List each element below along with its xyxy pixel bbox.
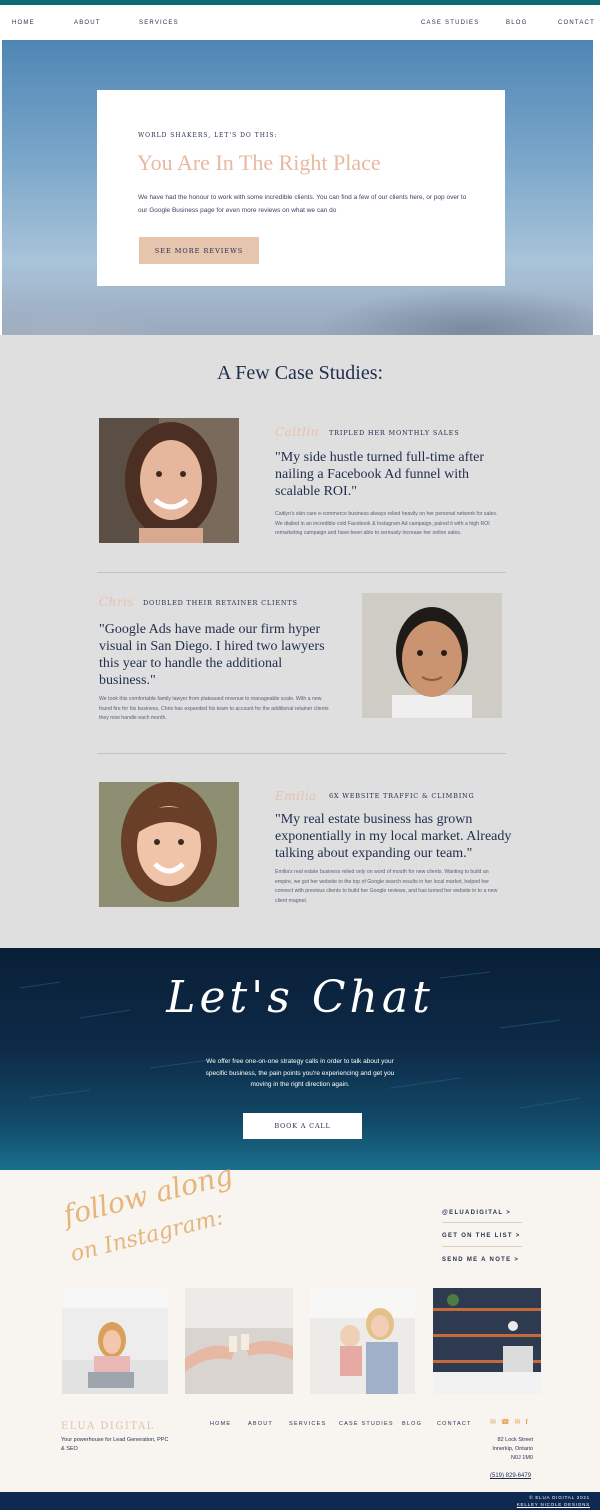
case-text-caitlin: Caitlyn's skin care e-commerce business …: [275, 511, 498, 536]
send-me-a-note-link[interactable]: SEND ME A NOTE >: [442, 1257, 519, 1263]
address-line-1: 82 Lock Street: [497, 1437, 533, 1443]
case-divider: [97, 753, 506, 754]
footer-nav-home[interactable]: HOME: [210, 1421, 231, 1427]
nav-services[interactable]: SERVICES: [139, 20, 179, 26]
case-quote-caitlin: "My side hustle turned full-time after n…: [275, 450, 485, 499]
case-quote-chris: "Google Ads have made our firm hyper vis…: [99, 622, 325, 688]
lets-chat-title: Let's Chat: [166, 972, 434, 1023]
footer-address: 82 Lock Street Innerkip, Ontario N0J 1M0: [443, 1436, 533, 1463]
footer-brand: ELUA DIGITAL: [61, 1421, 155, 1432]
client-name-chris: Chris: [99, 595, 135, 609]
footer-phone-link[interactable]: (519) 829-6479: [490, 1473, 531, 1479]
hero-eyebrow: WORLD SHAKERS, LET'S DO THIS:: [138, 132, 278, 139]
email-icon[interactable]: ✉: [490, 1418, 496, 1426]
footer-nav-services[interactable]: SERVICES: [289, 1421, 326, 1427]
footer-nav-contact[interactable]: CONTACT: [437, 1421, 472, 1427]
nav-home[interactable]: HOME: [12, 20, 35, 26]
client-photo-emilia: [99, 782, 239, 907]
get-on-the-list-link[interactable]: GET ON THE LIST >: [442, 1233, 521, 1239]
nav-case-studies[interactable]: CASE STUDIES: [421, 20, 479, 26]
case-tag-caitlin: TRIPLED HER MONTHLY SALES: [329, 429, 460, 437]
case-tag-chris: DOUBLED THEIR RETAINER CLIENTS: [143, 599, 298, 607]
lets-chat-text: We offer free one-on-one strategy calls …: [205, 1058, 395, 1088]
case-divider: [97, 572, 506, 573]
address-line-3: N0J 1M0: [510, 1455, 533, 1461]
instagram-handle-link[interactable]: @ELUADIGITAL >: [442, 1210, 511, 1216]
address-line-2: Innerkip, Ontario: [492, 1446, 533, 1452]
footer-tagline: Your powerhouse for Lead Generation, PPC…: [61, 1437, 169, 1452]
client-name-caitlin: Caitlin: [275, 425, 319, 439]
client-name-emilia: Emilia: [275, 789, 317, 803]
see-more-reviews-button[interactable]: SEE MORE REVIEWS: [139, 237, 259, 264]
facebook-icon[interactable]: f: [525, 1418, 527, 1426]
nav-contact[interactable]: CONTACT: [558, 20, 595, 26]
case-text-chris: We took this comfortable family lawyer f…: [99, 696, 329, 721]
phone-icon[interactable]: ☎: [501, 1418, 510, 1426]
client-photo-caitlin: [99, 418, 239, 543]
nav-about[interactable]: ABOUT: [74, 20, 101, 26]
hero-card: WORLD SHAKERS, LET'S DO THIS: You Are In…: [97, 90, 505, 286]
designer-credit-link[interactable]: KELLEY NICOLE DESIGNS: [430, 1502, 590, 1507]
copyright-text: © ELUA DIGITAL 2021: [529, 1495, 590, 1500]
link-divider: [442, 1246, 522, 1247]
social-icons: ✉ ☎ ✉ f: [490, 1418, 528, 1426]
instagram-photo-1[interactable]: [62, 1288, 168, 1394]
case-studies-title: A Few Case Studies:: [216, 362, 384, 384]
client-photo-chris: [362, 593, 502, 718]
book-a-call-button[interactable]: BOOK A CALL: [243, 1113, 362, 1139]
case-tag-emilia: 6X WEBSITE TRAFFIC & CLIMBING: [329, 792, 475, 800]
email-icon[interactable]: ✉: [515, 1418, 521, 1426]
case-text-emilia: Emilia's real estate business relied onl…: [275, 869, 498, 904]
main-nav: HOME ABOUT SERVICES CASE STUDIES BLOG CO…: [0, 5, 600, 40]
footer-nav-blog[interactable]: BLOG: [402, 1421, 422, 1427]
instagram-photo-3[interactable]: [310, 1288, 415, 1394]
hero-title: You Are In The Right Place: [137, 150, 381, 175]
hero-text: We have had the honour to work with some…: [138, 194, 467, 214]
nav-blog[interactable]: BLOG: [506, 20, 527, 26]
instagram-photo-2[interactable]: [185, 1288, 293, 1394]
link-divider: [442, 1222, 522, 1223]
footer-bottom-bar: © ELUA DIGITAL 2021 KELLEY NICOLE DESIGN…: [0, 1492, 600, 1510]
footer-nav-case-studies[interactable]: CASE STUDIES: [339, 1421, 394, 1427]
instagram-photo-4[interactable]: [433, 1288, 541, 1394]
case-quote-emilia: "My real estate business has grown expon…: [275, 812, 512, 861]
footer-nav-about[interactable]: ABOUT: [248, 1421, 273, 1427]
